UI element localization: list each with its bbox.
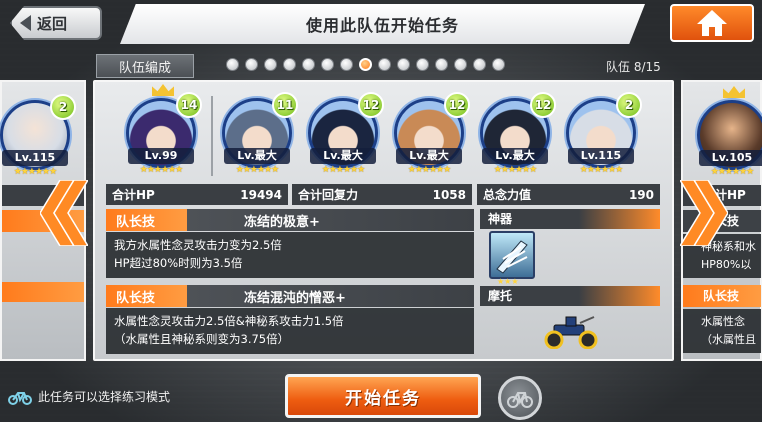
friend-leader-skill-description: 水属性念灵攻击力2.5倍&神秘系攻击力1.5倍 （水属性且神秘系则变为3.75倍… [106, 308, 474, 354]
team-counter: 队伍 8/15 [606, 60, 661, 74]
skill-line: HP超过80%时则为3.5倍 [114, 256, 243, 270]
team-character-slot[interactable]: 12 Lv.最大 ★★★★★★ [390, 92, 470, 178]
next-team-skill-tag-2: 队长技 [683, 285, 761, 307]
rank-badge: 2 [50, 94, 76, 120]
team-page-dot[interactable] [283, 58, 296, 71]
team-page-dot[interactable] [245, 58, 258, 71]
friend-leader-skill-header[interactable]: 队长技 冻结混沌的憎恶+ [106, 285, 474, 307]
rarity-stars: ★★★★★★ [710, 167, 754, 177]
rarity-stars: ★★★★★★ [321, 165, 365, 175]
page-title: 使用此队伍开始任务 [120, 4, 645, 44]
level-label: Lv.最大 [224, 148, 290, 164]
next-team-skill-desc-2: 水属性念 （水属性且 [683, 309, 761, 353]
previous-team-arrow-icon[interactable] [40, 180, 88, 246]
practice-mode-button[interactable] [498, 376, 542, 420]
rarity-stars: ★★★★★★ [235, 165, 279, 175]
team-page-dot[interactable] [435, 58, 448, 71]
leader-skill-tag: 队长技 [116, 290, 156, 306]
skill-line: 水属性念灵攻击力2.5倍&神秘系攻击力1.5倍 [114, 314, 344, 328]
team-page-dot[interactable] [473, 58, 486, 71]
back-button[interactable]: 返回 [10, 6, 102, 40]
team-character-slot[interactable]: 12 Lv.最大 ★★★★★★ [476, 92, 556, 178]
rank-badge: 2 [616, 92, 642, 118]
total-power: 总念力值 190 [477, 184, 660, 205]
back-label: 返回 [37, 14, 68, 33]
team-page-dot[interactable] [416, 58, 429, 71]
start-mission-button[interactable]: 开始任务 [285, 374, 481, 418]
motorcycle-header: 摩托 [480, 286, 660, 306]
leader-skill-name: 冻结混沌的憎恶+ [244, 290, 346, 306]
rank-badge: 12 [358, 92, 384, 118]
level-label: Lv.最大 [482, 148, 548, 164]
rank-badge: 14 [176, 92, 202, 118]
rank-badge: 12 [530, 92, 556, 118]
team-page-dot[interactable] [397, 58, 410, 71]
team-page-dot[interactable] [226, 58, 239, 71]
team-page-dot[interactable] [492, 58, 505, 71]
bicycle-icon [507, 392, 533, 408]
leader-skill-tag: 队长技 [116, 214, 156, 230]
skill-line: （水属性且神秘系则变为3.75倍） [114, 332, 290, 346]
artifact-icon [496, 240, 528, 274]
team-formation-button[interactable]: 队伍编成 [96, 54, 194, 78]
team-page-dot[interactable] [454, 58, 467, 71]
level-label: Lv.115 [568, 148, 634, 164]
total-heal: 合计回复力 1058 [292, 184, 472, 205]
back-arrow-icon [20, 15, 31, 31]
practice-mode-text: 此任务可以选择练习模式 [38, 390, 171, 404]
skill-line: 水属性念 [701, 315, 745, 328]
next-team-character: Lv.105 ★★★★★★ [693, 86, 762, 180]
team-page-dot[interactable] [359, 58, 372, 71]
total-heal-value: 1058 [432, 187, 466, 202]
team-character-slot[interactable]: 11 Lv.最大 ★★★★★★ [218, 92, 298, 178]
crown-icon [723, 86, 745, 98]
artifact-slot[interactable] [489, 231, 535, 279]
team-page-dot[interactable] [302, 58, 315, 71]
motorcycle-icon[interactable] [542, 313, 600, 349]
total-heal-label: 合计回复力 [298, 188, 359, 202]
leader-skill-name: 冻结的极意+ [244, 214, 320, 230]
rarity-stars: ★★★★★★ [139, 165, 183, 175]
rank-badge: 12 [444, 92, 470, 118]
home-button[interactable] [670, 4, 754, 42]
home-icon [697, 10, 727, 36]
total-hp: 合计HP 19494 [106, 184, 288, 205]
next-team-arrow-icon[interactable] [680, 180, 728, 246]
prev-team-character: 2 Lv.115 ★★★★★★ [0, 94, 76, 180]
total-power-label: 总念力值 [483, 188, 532, 202]
artifact-header: 神器 [480, 209, 660, 229]
team-page-indicator[interactable] [226, 58, 505, 71]
team-character-slot[interactable]: 2 Lv.115 ★★★★★★ [562, 92, 642, 178]
level-label: Lv.最大 [396, 148, 462, 164]
skill-line: （水属性且 [701, 333, 756, 346]
total-power-value: 190 [628, 187, 654, 202]
rarity-stars: ★★★★★★ [13, 167, 57, 177]
prev-team-skill-head-2 [2, 282, 84, 302]
leader-skill-header[interactable]: 队长技 冻结的极意+ [106, 209, 474, 231]
level-label: Lv.最大 [310, 148, 376, 164]
rarity-stars: ★★★★★★ [493, 165, 537, 175]
team-character-slot[interactable]: 14 Lv.99 ★★★★★★ [122, 84, 202, 178]
practice-mode-note: 此任务可以选择练习模式 [8, 388, 170, 405]
leader-divider [211, 96, 213, 176]
team-page-dot[interactable] [321, 58, 334, 71]
team-page-dot[interactable] [340, 58, 353, 71]
rank-badge: 11 [272, 92, 298, 118]
team-page-dot[interactable] [264, 58, 277, 71]
bicycle-icon [8, 391, 32, 405]
total-hp-value: 19494 [240, 187, 282, 202]
skill-line: HP80%以 [701, 258, 752, 271]
level-label: Lv.99 [128, 148, 194, 164]
team-character-slot[interactable]: 12 Lv.最大 ★★★★★★ [304, 92, 384, 178]
artifact-stars: ★★★ [497, 277, 519, 286]
total-hp-label: 合计HP [112, 188, 155, 202]
rarity-stars: ★★★★★★ [407, 165, 451, 175]
leader-skill-description: 我方水属性念灵攻击力变为2.5倍 HP超过80%时则为3.5倍 [106, 232, 474, 278]
level-label: Lv.115 [2, 150, 68, 166]
skill-line: 我方水属性念灵攻击力变为2.5倍 [114, 238, 282, 252]
rarity-stars: ★★★★★★ [579, 165, 623, 175]
team-page-dot[interactable] [378, 58, 391, 71]
level-label: Lv.105 [699, 150, 762, 166]
